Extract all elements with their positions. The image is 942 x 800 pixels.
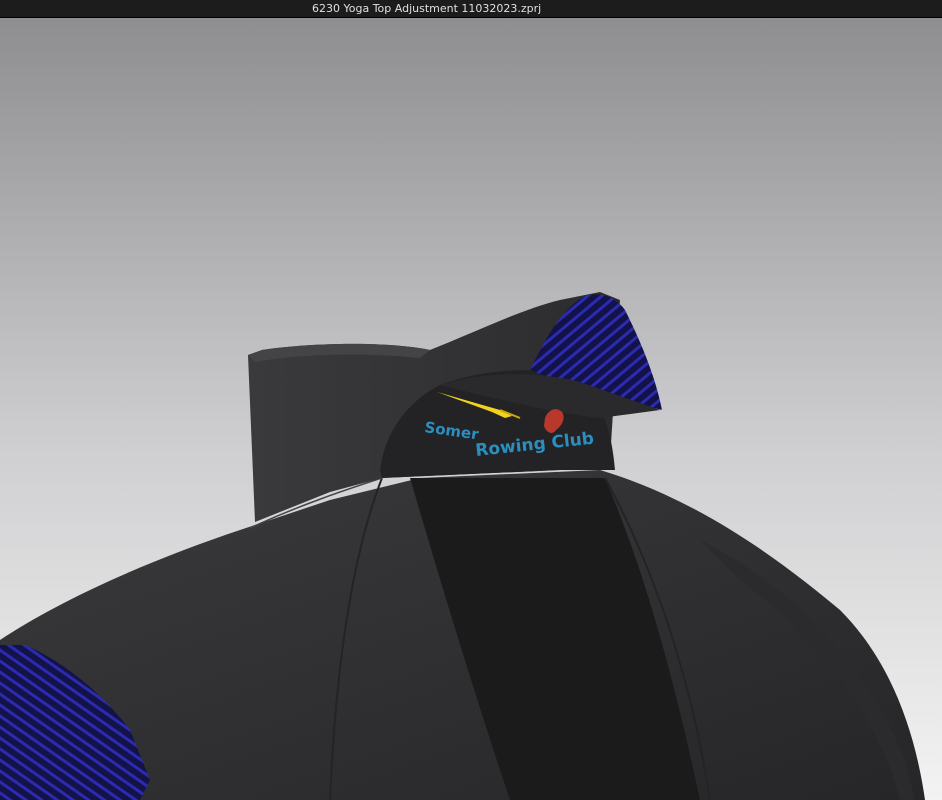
title-bar: 6230 Yoga Top Adjustment 11032023.zprj xyxy=(0,0,942,18)
3d-viewport[interactable]: Somer Rowing Club xyxy=(0,18,942,800)
garment-render[interactable]: Somer Rowing Club xyxy=(0,18,942,800)
window-title: 6230 Yoga Top Adjustment 11032023.zprj xyxy=(312,2,542,15)
